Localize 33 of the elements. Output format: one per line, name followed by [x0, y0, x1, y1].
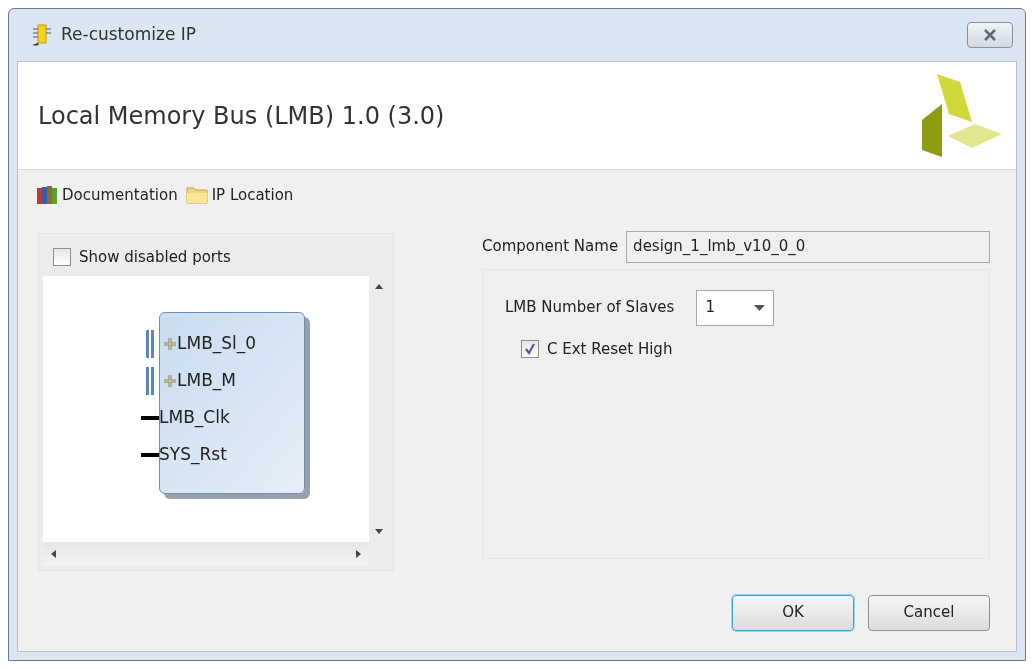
header-title: Local Memory Bus (LMB) 1.0 (3.0)	[38, 100, 445, 132]
wire-port-icon	[141, 416, 159, 420]
checkmark-icon	[524, 342, 536, 355]
books-icon	[36, 185, 58, 206]
port-label: LMB_Sl_0	[177, 332, 257, 356]
close-icon	[983, 29, 997, 41]
checkbox-label: C Ext Reset High	[547, 338, 673, 360]
slaves-dropdown[interactable]: 1	[696, 289, 775, 326]
port-label: LMB_Clk	[159, 406, 230, 430]
port-label: SYS_Rst	[159, 443, 227, 467]
field-label: LMB Number of Slaves	[505, 297, 675, 319]
wire-port-icon	[141, 453, 159, 457]
toolbar-link[interactable]: IP Location	[185, 184, 294, 207]
port-label: LMB_M	[177, 369, 236, 393]
field-label: Component Name	[482, 236, 619, 258]
scroll-left-icon	[51, 549, 56, 558]
dialog-button[interactable]: OK	[732, 594, 854, 631]
scroll-up-icon	[375, 284, 383, 289]
plus-icon	[163, 337, 177, 351]
plus-icon	[163, 374, 177, 388]
toolbar-link[interactable]: Documentation	[36, 184, 178, 207]
component-name-field[interactable]: design_1_lmb_v10_0_0	[626, 230, 990, 263]
dropdown-caret-icon	[754, 304, 766, 311]
checkbox-label: Show disabled ports	[79, 246, 231, 268]
scroll-right-icon	[356, 549, 361, 558]
checkbox[interactable]	[53, 247, 71, 266]
checkbox[interactable]	[521, 339, 539, 358]
close-button[interactable]	[967, 22, 1013, 48]
window-title: Re-customize IP	[61, 23, 197, 47]
scroll-down-icon	[375, 528, 383, 534]
folder-icon	[185, 185, 208, 206]
dialog-button[interactable]: Cancel	[868, 594, 990, 631]
chip-icon	[31, 23, 53, 47]
